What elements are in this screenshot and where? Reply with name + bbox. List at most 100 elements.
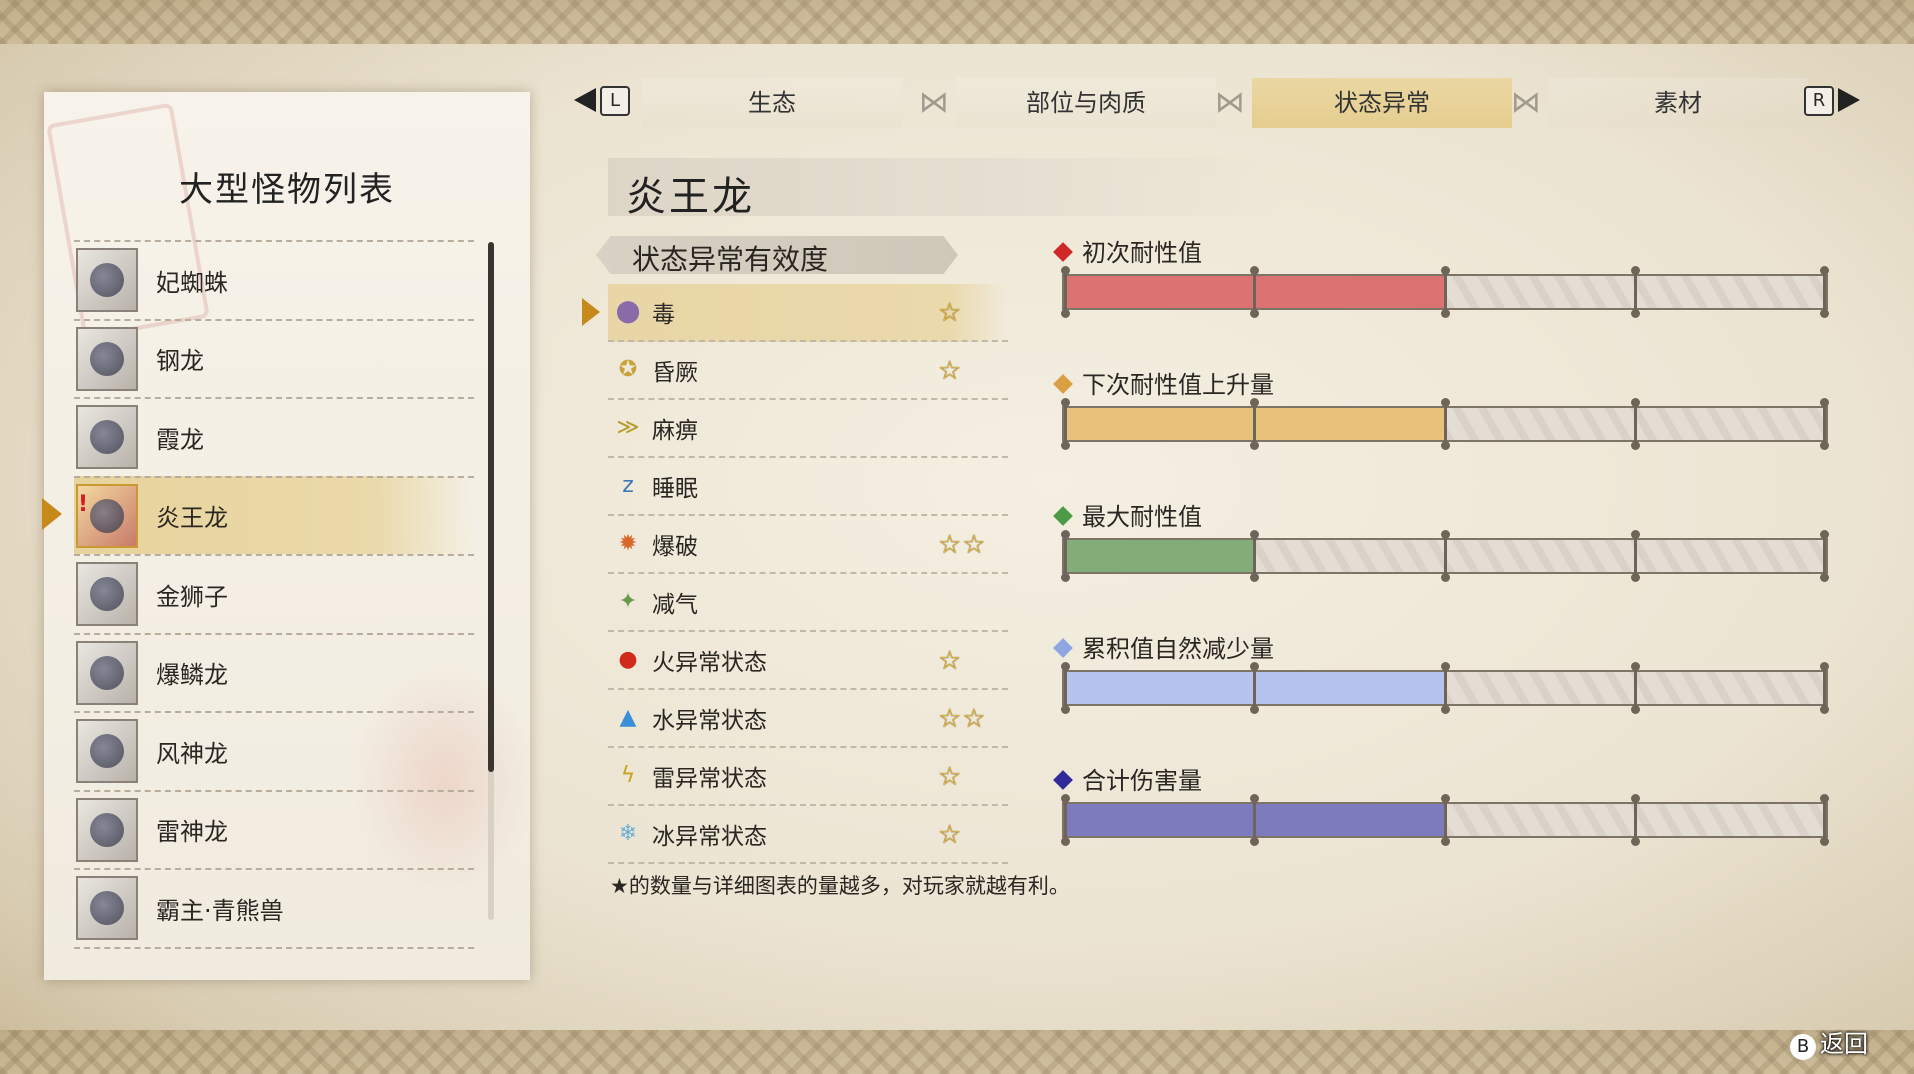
footnote: ★的数量与详细图表的量越多，对玩家就越有利。 — [610, 874, 1070, 898]
bar-segment-tick — [1631, 662, 1640, 714]
ailment-row[interactable]: ⬤ 毒 ☆ — [582, 284, 1008, 342]
exhaust-icon: ✦ — [618, 589, 638, 614]
monster-name: 霞龙 — [156, 425, 204, 454]
monster-name: 金狮子 — [156, 582, 228, 611]
monster-portrait-icon: ! — [76, 483, 138, 548]
star-rating: ☆ — [938, 298, 963, 328]
back-button[interactable]: B 返回 — [1790, 1024, 1868, 1060]
monster-portrait-icon — [76, 719, 138, 784]
bar-segment-tick — [1061, 794, 1070, 846]
monster-row[interactable]: 霸主·青熊兽 — [74, 868, 474, 949]
monster-row[interactable]: 金狮子 — [74, 554, 474, 633]
water-icon: ▲ — [619, 705, 637, 730]
fire-icon: ● — [618, 647, 638, 672]
star-rating: ☆☆ — [938, 704, 987, 734]
stat-buildup-decay: 累积值自然减少量 — [1052, 632, 1836, 714]
monster-portrait-icon — [76, 797, 138, 862]
monster-row[interactable]: 爆鳞龙 — [74, 632, 474, 712]
ice-icon: ❄ — [618, 821, 638, 846]
ailment-label: 火异常状态 — [652, 650, 767, 676]
bar-segment-tick — [1440, 398, 1450, 450]
bar-segment-tick — [1440, 794, 1450, 846]
monster-row-selected[interactable]: ! 炎王龙 — [42, 475, 474, 554]
monster-title-bar: 炎王龙 — [608, 158, 1278, 220]
star-rating: ☆ — [938, 356, 963, 386]
stat-tolerance-increase: 下次耐性值上升量 — [1052, 368, 1836, 450]
diamond-icon — [1053, 770, 1073, 790]
diamond-icon — [1053, 506, 1073, 526]
ailment-row[interactable]: ● 火异常状态 ☆ — [608, 632, 1008, 690]
ailment-label: 冰异常状态 — [652, 824, 767, 850]
ailment-label: 毒 — [652, 302, 675, 328]
scrollbar-thumb[interactable] — [488, 242, 494, 772]
monster-portrait-icon — [76, 248, 138, 313]
tab-ecology[interactable]: 生态 — [642, 78, 902, 128]
monster-name: 风神龙 — [156, 739, 228, 768]
bar-segment-tick — [1631, 530, 1640, 582]
stat-label: 合计伤害量 — [1082, 767, 1202, 795]
tab-materials[interactable]: 素材 — [1548, 78, 1808, 128]
monster-portrait-icon — [76, 562, 138, 627]
ailment-row[interactable]: ϟ 雷异常状态 ☆ — [608, 748, 1008, 806]
ailment-row[interactable]: ▲ 水异常状态 ☆☆ — [608, 690, 1008, 748]
ailment-label: 爆破 — [652, 534, 698, 560]
stat-bar — [1061, 530, 1829, 582]
bar-segment-tick — [1820, 662, 1829, 714]
star-rating: ☆ — [938, 820, 963, 850]
tab-parts[interactable]: 部位与肉质 — [956, 78, 1216, 128]
prev-tab-key[interactable]: L — [600, 86, 630, 116]
ailment-label: 减气 — [652, 592, 698, 618]
bar-segment-tick — [1061, 266, 1070, 318]
bar-segment-tick — [1250, 794, 1259, 846]
monster-row[interactable]: 钢龙 — [74, 318, 474, 398]
monster-list: 妃蜘蛛 钢龙 霞龙 ! 炎王龙 金狮子 爆鳞龙 风神龙 雷神龙 霸主·青熊兽 — [42, 240, 474, 949]
monster-portrait-icon — [76, 326, 138, 391]
effectiveness-list: ⬤ 毒 ☆ ✪ 昏厥 ☆ ≫ 麻痹 z 睡眠 ✹ 爆破 ☆☆ ✦ 减气 ● 火异… — [582, 284, 1008, 864]
back-label: 返回 — [1820, 1030, 1868, 1058]
top-border — [0, 0, 1914, 44]
monster-row[interactable]: 风神龙 — [74, 711, 474, 790]
monster-title: 炎王龙 — [626, 174, 755, 220]
monster-name: 爆鳞龙 — [156, 661, 228, 690]
ailment-row[interactable]: ✹ 爆破 ☆☆ — [608, 516, 1008, 574]
ailment-row[interactable]: ✦ 减气 — [608, 574, 1008, 632]
stat-bar-fill — [1064, 540, 1255, 572]
monster-name: 霸主·青熊兽 — [156, 896, 284, 925]
next-tab-key[interactable]: R — [1804, 86, 1834, 116]
bar-segment-tick — [1061, 662, 1070, 714]
poison-icon: ⬤ — [615, 299, 641, 324]
ailment-label: 雷异常状态 — [652, 766, 767, 792]
b-button-icon: B — [1790, 1034, 1816, 1060]
stat-label: 累积值自然减少量 — [1082, 635, 1274, 663]
ailment-label: 睡眠 — [652, 476, 698, 502]
monster-row[interactable]: 雷神龙 — [74, 789, 474, 869]
monster-name: 炎王龙 — [156, 504, 228, 533]
ailment-row[interactable]: z 睡眠 — [608, 458, 1008, 516]
ailment-row[interactable]: ✪ 昏厥 ☆ — [608, 342, 1008, 400]
tab-separator-icon: ⋈ — [1511, 85, 1541, 120]
bar-segment-tick — [1631, 398, 1640, 450]
bar-segment-tick — [1250, 398, 1259, 450]
monster-row[interactable]: 妃蜘蛛 — [74, 240, 474, 319]
stat-bar — [1061, 794, 1829, 846]
ailment-label: 麻痹 — [652, 418, 698, 444]
ailment-label: 昏厥 — [652, 360, 698, 386]
tab-status-ailments[interactable]: 状态异常 — [1252, 78, 1512, 128]
star-rating: ☆☆ — [938, 530, 987, 560]
prev-tab-arrow-icon[interactable] — [574, 88, 596, 112]
next-tab-arrow-icon[interactable] — [1838, 88, 1860, 112]
bar-segment-tick — [1440, 266, 1450, 318]
panel-title: 大型怪物列表 — [179, 170, 395, 210]
bar-segment-tick — [1250, 530, 1259, 582]
alert-icon: ! — [78, 491, 89, 517]
ailment-row[interactable]: ≫ 麻痹 — [608, 400, 1008, 458]
monster-row[interactable]: 霞龙 — [74, 397, 474, 476]
stat-initial-tolerance: 初次耐性值 — [1052, 236, 1836, 318]
monster-list-panel: 大型怪物列表 妃蜘蛛 钢龙 霞龙 ! 炎王龙 金狮子 爆鳞龙 风神龙 雷神龙 霸… — [42, 92, 544, 980]
bar-segment-tick — [1820, 398, 1829, 450]
ailment-row[interactable]: ❄ 冰异常状态 ☆ — [608, 806, 1008, 864]
tab-bar: L 生态 ⋈ 部位与肉质 ⋈ 状态异常 ⋈ 素材 R — [572, 78, 1862, 128]
bar-segment-tick — [1250, 266, 1259, 318]
stat-label: 初次耐性值 — [1082, 239, 1202, 267]
bar-segment-tick — [1820, 794, 1829, 846]
